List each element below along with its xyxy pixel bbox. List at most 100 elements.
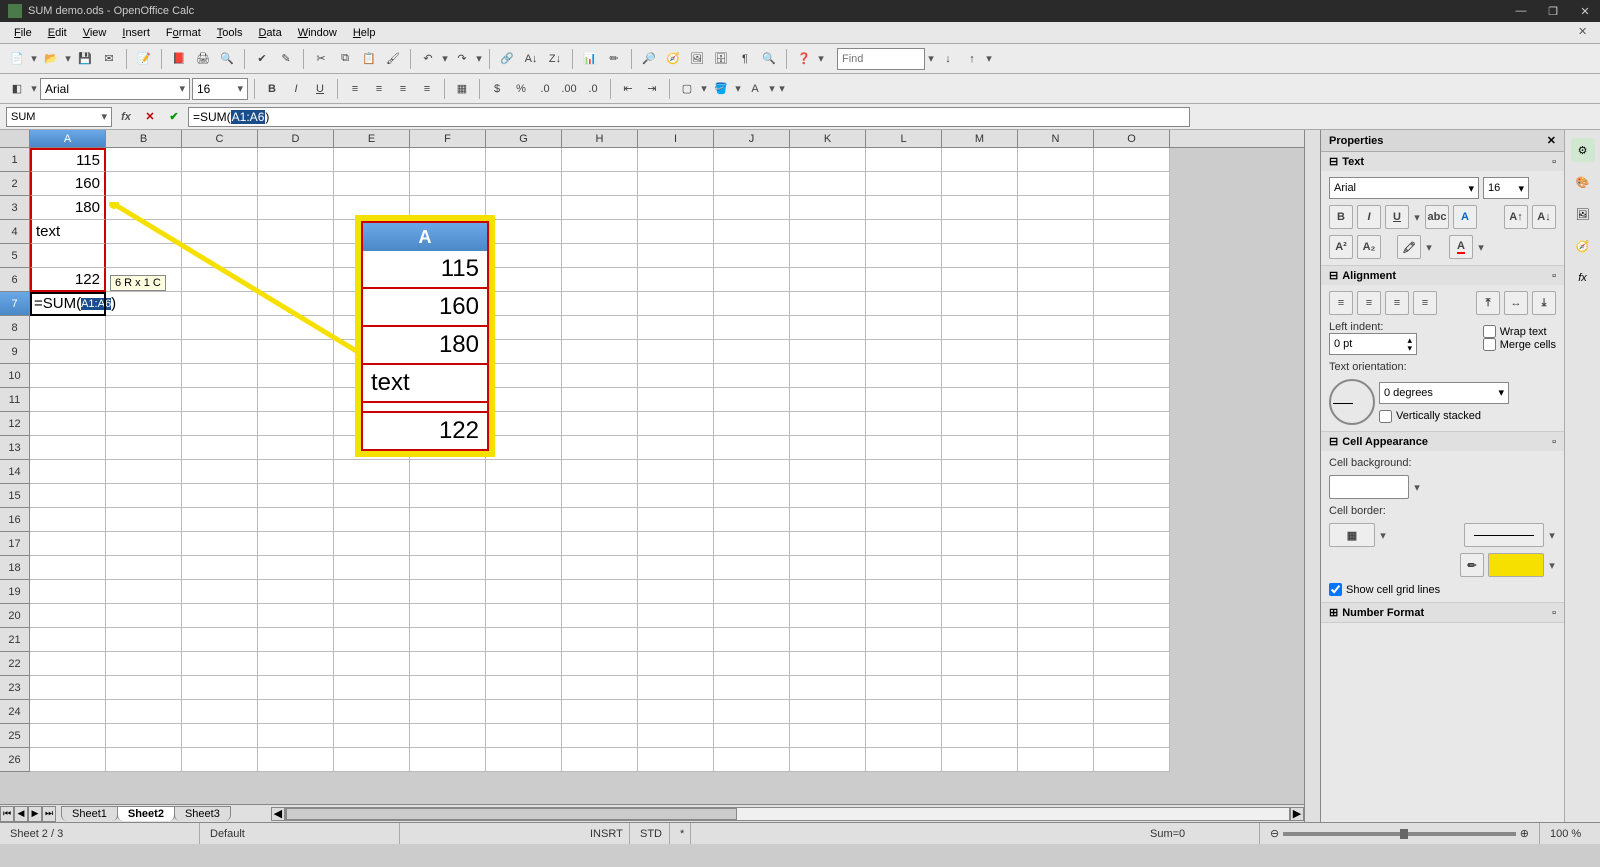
col-header-N[interactable]: N [1018,130,1094,147]
cell-bg-dd[interactable]: ▾ [1413,481,1421,494]
cell-G23[interactable] [486,676,562,700]
row-header-5[interactable]: 5 [0,244,30,268]
cell-K4[interactable] [790,220,866,244]
halign-right-icon[interactable]: ≡ [1385,291,1409,315]
border-color-swatch[interactable] [1488,553,1544,577]
menu-format[interactable]: Format [158,25,209,41]
find-input[interactable] [842,53,920,65]
row-header-8[interactable]: 8 [0,316,30,340]
cell-C6[interactable] [182,268,258,292]
chart-icon[interactable]: 📊 [579,48,601,70]
cell-B23[interactable] [106,676,182,700]
cell-K3[interactable] [790,196,866,220]
minimize-button[interactable]: — [1514,4,1528,18]
panel-subscript-icon[interactable]: A₂ [1357,235,1381,259]
cell-G25[interactable] [486,724,562,748]
cell-C14[interactable] [182,460,258,484]
select-all-corner[interactable] [0,130,30,147]
col-header-E[interactable]: E [334,130,410,147]
cell-M8[interactable] [942,316,1018,340]
cell-B7[interactable] [106,292,182,316]
vertical-scrollbar[interactable] [1304,130,1320,822]
cell-C3[interactable] [182,196,258,220]
cell-A15[interactable] [30,484,106,508]
cell-I15[interactable] [638,484,714,508]
cell-A17[interactable] [30,532,106,556]
redo-icon[interactable]: ↷ [451,48,473,70]
find-dropdown[interactable]: ▾ [927,52,935,65]
cell-D12[interactable] [258,412,334,436]
row-header-1[interactable]: 1 [0,148,30,172]
cell-A20[interactable] [30,604,106,628]
sheet-tab-Sheet3[interactable]: Sheet3 [174,806,231,821]
cell-D6[interactable] [258,268,334,292]
cell-M26[interactable] [942,748,1018,772]
auto-spellcheck-icon[interactable]: ✎ [275,48,297,70]
cell-J2[interactable] [714,172,790,196]
panel-fontcolor-dd[interactable]: ▾ [1477,241,1485,254]
cell-O5[interactable] [1094,244,1170,268]
col-header-O[interactable]: O [1094,130,1170,147]
sidebar-gallery-icon[interactable]: 🖼 [1571,202,1595,226]
cell-I23[interactable] [638,676,714,700]
open-dropdown[interactable]: ▾ [64,52,72,65]
cell-C26[interactable] [182,748,258,772]
cell-J13[interactable] [714,436,790,460]
cell-A3[interactable]: 180 [30,196,106,220]
hyperlink-icon[interactable]: 🔗 [496,48,518,70]
cell-B18[interactable] [106,556,182,580]
cell-N24[interactable] [1018,700,1094,724]
cell-J8[interactable] [714,316,790,340]
cell-O25[interactable] [1094,724,1170,748]
menu-view[interactable]: View [75,25,115,41]
row-header-6[interactable]: 6 [0,268,30,292]
cell-D23[interactable] [258,676,334,700]
cell-G12[interactable] [486,412,562,436]
row-header-23[interactable]: 23 [0,676,30,700]
sidebar-navigator-icon[interactable]: 🧭 [1571,234,1595,258]
cell-H12[interactable] [562,412,638,436]
email-icon[interactable]: ✉ [98,48,120,70]
cell-M1[interactable] [942,148,1018,172]
sheet-tab-Sheet1[interactable]: Sheet1 [61,806,118,821]
cell-J23[interactable] [714,676,790,700]
cell-M7[interactable] [942,292,1018,316]
bg-dropdown[interactable]: ▾ [734,82,742,95]
name-box[interactable]: SUM ▾ [6,107,112,127]
add-decimal-icon[interactable]: .00 [558,78,580,100]
cell-K14[interactable] [790,460,866,484]
menu-file[interactable]: File [6,25,40,41]
cell-O17[interactable] [1094,532,1170,556]
col-header-B[interactable]: B [106,130,182,147]
cell-K1[interactable] [790,148,866,172]
cell-N19[interactable] [1018,580,1094,604]
cell-G10[interactable] [486,364,562,388]
cell-H23[interactable] [562,676,638,700]
cell-M10[interactable] [942,364,1018,388]
cell-K15[interactable] [790,484,866,508]
cell-C4[interactable] [182,220,258,244]
cell-H4[interactable] [562,220,638,244]
underline-icon[interactable]: U [309,78,331,100]
currency-icon[interactable]: $ [486,78,508,100]
cell-H5[interactable] [562,244,638,268]
cell-J15[interactable] [714,484,790,508]
cell-F23[interactable] [410,676,486,700]
cell-B22[interactable] [106,652,182,676]
cell-L23[interactable] [866,676,942,700]
cell-N7[interactable] [1018,292,1094,316]
cell-M4[interactable] [942,220,1018,244]
cell-A7[interactable]: =SUM(A1:A6) [30,292,106,316]
print-icon[interactable]: 🖨 [192,48,214,70]
function-wizard-icon[interactable]: fx [116,107,136,127]
cell-L19[interactable] [866,580,942,604]
status-zoom-value[interactable]: 100 % [1540,823,1600,844]
cell-G8[interactable] [486,316,562,340]
cell-N10[interactable] [1018,364,1094,388]
cell-I9[interactable] [638,340,714,364]
print-preview-icon[interactable]: 🔍 [216,48,238,70]
cell-J25[interactable] [714,724,790,748]
cell-E26[interactable] [334,748,410,772]
cell-B1[interactable] [106,148,182,172]
cell-K6[interactable] [790,268,866,292]
